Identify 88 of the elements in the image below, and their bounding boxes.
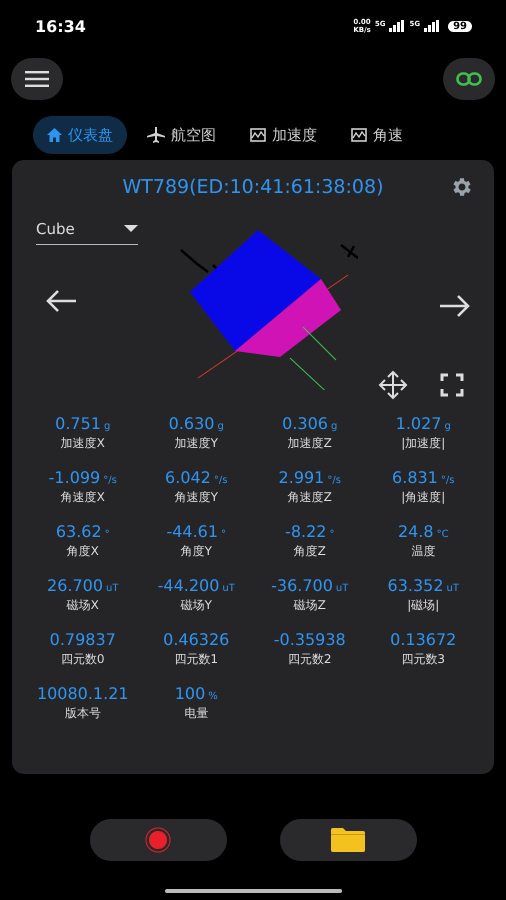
record-icon (145, 827, 171, 853)
menu-icon (25, 71, 49, 87)
next-arrow-icon[interactable] (438, 294, 470, 318)
battery-level: 99 (448, 20, 472, 32)
model-dropdown[interactable]: Cube (36, 212, 138, 245)
reading-label: |角速度| (401, 489, 446, 506)
reading-label: 版本号 (64, 705, 101, 722)
reading-unit: uT (336, 583, 348, 594)
tab[interactable]: 航空图 (133, 116, 230, 154)
reading-value: 0.46326 (163, 630, 230, 649)
device-title: WT789(ED:10:41:61:38:08) (122, 176, 384, 198)
reading-value: 0.79837 (50, 630, 116, 649)
reading-label: 加速度Y (174, 435, 218, 452)
reading-value: -8.22 (285, 522, 326, 541)
reading-label: 角速度X (60, 489, 105, 506)
connection-button[interactable] (443, 58, 495, 100)
reading-value: 6.042 (165, 468, 211, 487)
reading-unit: °/s (103, 475, 117, 486)
reading-label: |加速度| (401, 435, 446, 452)
reading-unit: ° (221, 529, 226, 540)
reading-unit: °/s (440, 475, 454, 486)
reading-unit: g (330, 421, 338, 432)
reading-value: -0.35938 (274, 630, 346, 649)
reading-label: 角度Z (294, 543, 326, 560)
airplane-icon (147, 127, 165, 143)
reading-value: 100 (174, 684, 206, 703)
reading-value: 0.751 (55, 414, 101, 433)
reading-value: 26.700 (47, 576, 104, 595)
tab[interactable]: 加速度 (236, 116, 331, 154)
reading-value: 10080.1.21 (36, 684, 129, 703)
reading-label: 磁场Z (294, 597, 326, 614)
reading-value: 0.13672 (390, 630, 456, 649)
reading-label: 角速度Z (288, 489, 332, 506)
reading-value: 63.352 (388, 576, 444, 595)
chart-icon (250, 128, 266, 142)
chart-icon (351, 128, 367, 142)
reading-label: 温度 (411, 543, 436, 560)
reading-label: 加速度Z (288, 435, 332, 452)
reading-unit: °/s (327, 475, 341, 486)
reading-label: 角度X (66, 543, 99, 560)
reading-unit: uT (106, 583, 118, 594)
tab[interactable]: 角速 (337, 116, 417, 154)
reading-unit: % (208, 691, 218, 702)
reading-unit: uT (222, 583, 235, 594)
previous-arrow-icon[interactable] (46, 289, 78, 313)
reading-unit: g (444, 421, 451, 432)
reading-label: 四元数0 (60, 651, 105, 668)
reading-label: 角速度Y (174, 489, 218, 506)
reading-label: 磁场Y (180, 597, 212, 614)
reading-unit: g (217, 421, 224, 432)
folder-button[interactable] (280, 819, 416, 861)
link-icon (456, 72, 482, 86)
reading-label: 角度Y (180, 543, 212, 560)
reading-value: -36.700 (271, 576, 333, 595)
record-button[interactable] (90, 819, 226, 861)
reading-value: 0.630 (168, 414, 214, 433)
move-icon[interactable] (378, 370, 408, 400)
reading-value: -44.61 (166, 522, 218, 541)
fullscreen-icon[interactable] (440, 373, 464, 397)
reading-label: 四元数2 (288, 651, 332, 668)
reading-unit: °C (436, 529, 449, 540)
reading-unit: g (104, 421, 110, 432)
status-time: 16:34 (35, 16, 86, 36)
signal-icon (424, 20, 440, 32)
reading-value: 2.991 (278, 468, 324, 487)
reading-unit: ° (104, 529, 110, 540)
home-icon (47, 128, 62, 142)
reading-value: 6.831 (392, 468, 438, 487)
signal-icon (389, 20, 406, 32)
reading-label: 电量 (184, 705, 208, 722)
reading-unit: °/s (214, 475, 228, 486)
reading-value: 24.8 (398, 522, 434, 541)
reading-value: 1.027 (396, 414, 442, 433)
reading-value: 63.62 (56, 522, 102, 541)
reading-label: |磁场| (407, 597, 440, 614)
dropdown-caret-icon (124, 225, 138, 233)
reading-value: -1.099 (48, 468, 100, 487)
folder-icon (331, 828, 365, 852)
tab[interactable]: 仪表盘 (33, 116, 127, 154)
reading-unit: ° (329, 529, 334, 540)
reading-value: 0.306 (282, 414, 328, 433)
reading-label: 四元数1 (174, 651, 218, 668)
menu-button[interactable] (11, 58, 63, 100)
reading-label: 磁场X (66, 597, 99, 614)
reading-label: 加速度X (60, 435, 105, 452)
reading-label: 四元数3 (401, 651, 446, 668)
reading-unit: uT (446, 583, 459, 594)
reading-value: -44.200 (158, 576, 220, 595)
